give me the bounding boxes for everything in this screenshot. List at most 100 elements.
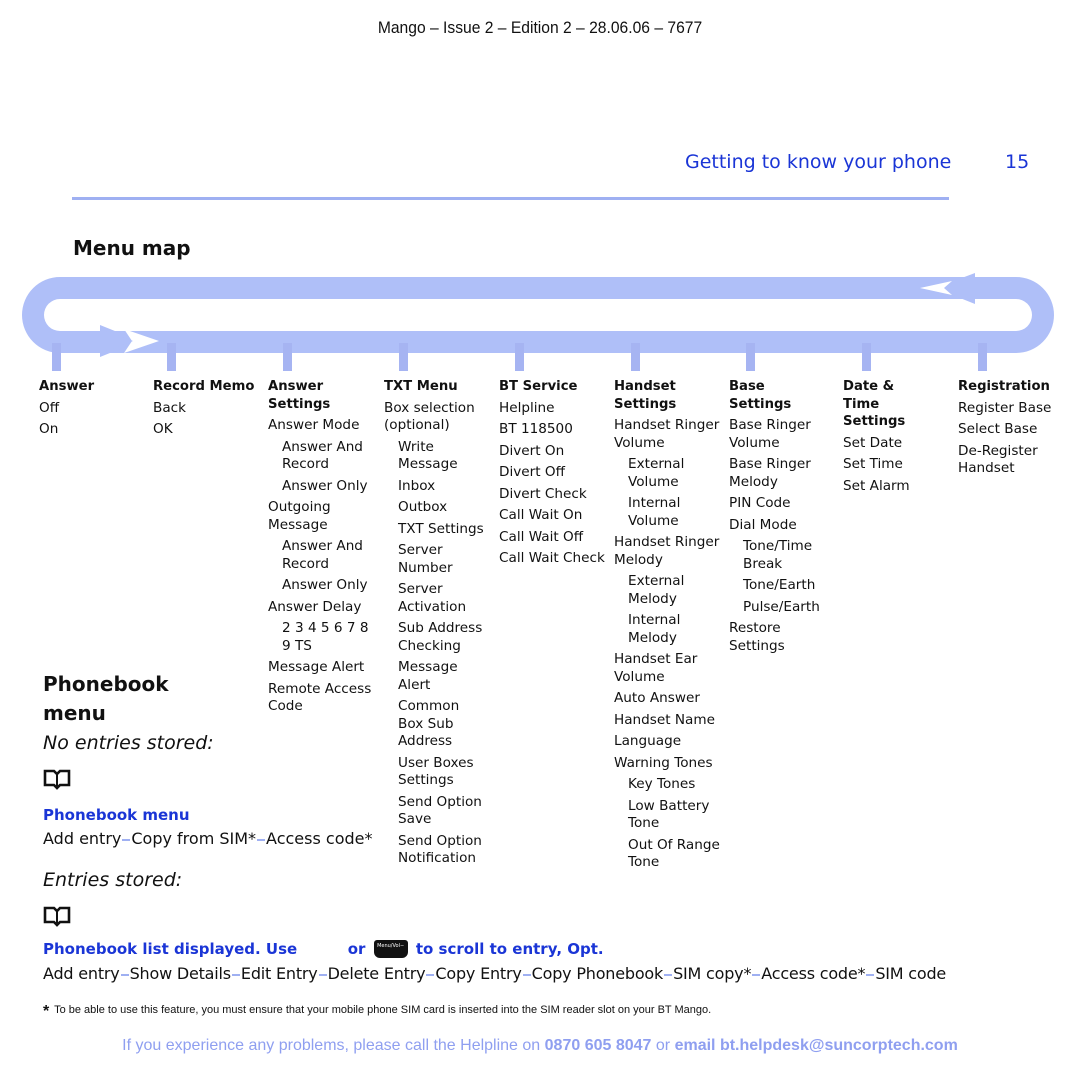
menu-item: Sub Address Checking <box>398 620 483 654</box>
footnote: * To be able to use this feature, you mu… <box>43 1003 711 1021</box>
path-option: Copy Entry <box>435 964 522 983</box>
menu-item: Call Wait Check <box>499 550 605 566</box>
menu-column-heading: Registration <box>958 379 1050 394</box>
menu-tick <box>283 343 292 371</box>
path-option: SIM copy* <box>673 964 752 983</box>
helpline-prefix: If you experience any problems, please c… <box>122 1037 541 1054</box>
path-option: Add entry <box>43 829 122 848</box>
menu-item: Internal Volume <box>628 495 681 529</box>
menu-tick <box>978 343 987 371</box>
menu-item: Send Option Notification <box>398 832 482 867</box>
menu-item: Set Date <box>843 434 903 451</box>
menu-column-heading: Answer Settings <box>268 379 331 412</box>
menu-item: Set Time <box>843 456 903 472</box>
menu-item: Base Ringer Volume <box>729 417 811 451</box>
menu-item: User Boxes Settings <box>398 754 474 789</box>
menu-item: OK <box>153 421 173 437</box>
menu-column: Answer Settings Answer Mode Answer And Rec… <box>268 378 373 720</box>
menu-item: Key Tones <box>628 776 696 792</box>
menu-column-heading: TXT Menu <box>384 379 458 394</box>
phonebook-menu-label: Phonebook menu <box>43 806 190 824</box>
menu-item: Server Number <box>398 542 453 576</box>
menu-item: Dial Mode <box>729 516 797 533</box>
menu-item: Outbox <box>398 499 448 515</box>
menu-item: Auto Answer <box>614 690 700 706</box>
menu-item: Box selection (optional) <box>384 399 475 434</box>
menu-item: Select Base <box>958 421 1038 437</box>
menu-item: Answer And Record <box>282 538 363 572</box>
menu-tick <box>399 343 408 371</box>
menu-column: Registration Register Base Select Base De-R… <box>958 378 1068 482</box>
path-separator <box>522 973 531 976</box>
menu-item: Inbox <box>398 477 436 494</box>
menu-item: Divert Off <box>499 464 565 480</box>
menu-vol-key-icon: Menu/Vol− <box>373 940 408 958</box>
path-separator <box>318 973 327 976</box>
menu-item: Answer Delay <box>268 598 362 615</box>
path-option: Copy from SIM* <box>131 829 257 848</box>
path-separator <box>122 838 131 841</box>
menu-tick <box>167 343 176 371</box>
menu-tick <box>515 343 524 371</box>
path-option: Copy Phonebook <box>531 964 664 983</box>
path-separator <box>866 973 875 976</box>
phonebook-title: Phonebook menu <box>43 672 169 725</box>
path-separator <box>752 973 761 976</box>
menu-item: De-Register Handset <box>958 442 1038 477</box>
menu-item: Register Base <box>958 399 1052 416</box>
menu-item: Remote Access Code <box>268 680 372 715</box>
path-option: Show Details <box>129 964 232 983</box>
menu-item: PIN Code <box>729 495 791 511</box>
menu-column-heading: BT Service <box>499 379 578 394</box>
list-label-part1: Phonebook list displayed. Use <box>43 940 298 958</box>
menu-item: Pulse/Earth <box>743 598 820 615</box>
menu-item: Tone/Earth <box>743 577 816 593</box>
menu-column: Answer Off On <box>39 378 149 443</box>
menu-column: Handset Settings Handset Ringer Volume Ext… <box>614 378 724 876</box>
menu-item: Out Of Range Tone <box>628 836 720 871</box>
phonebook-icon <box>43 769 71 790</box>
entries-stored-label: Entries stored: <box>43 869 183 891</box>
menu-item: Message Alert <box>398 659 458 693</box>
loop-band <box>22 277 1054 353</box>
menu-item: On <box>39 421 59 437</box>
menu-column-heading: Handset Settings <box>614 379 677 412</box>
phonebook-list-label: Phonebook list displayed. Use or Menu/Vo… <box>43 940 604 958</box>
path-separator <box>664 973 673 976</box>
menu-item: 2 3 4 5 6 7 8 9 TS <box>282 620 369 654</box>
helpline-email[interactable]: email bt.helpdesk@suncorptech.com <box>675 1037 958 1054</box>
menu-loop-diagram <box>22 273 1054 371</box>
menu-item: Outgoing Message <box>268 499 331 533</box>
path-separator <box>426 973 435 976</box>
menu-column: Base Settings Base Ringer Volume Base Ring… <box>729 378 829 659</box>
menu-item: Set Alarm <box>843 477 910 494</box>
menu-item: Language <box>614 733 682 749</box>
menu-item: Tone/Time Break <box>743 538 813 572</box>
menu-column: TXT Menu Box selection (optional) Write Me… <box>384 378 484 872</box>
list-label-or: or <box>347 940 366 958</box>
menu-item: Helpline <box>499 399 555 416</box>
menu-item: External Melody <box>628 573 685 607</box>
menu-tick <box>52 343 61 371</box>
menu-item: Answer Mode <box>268 417 360 433</box>
menu-item: Back <box>153 399 187 416</box>
menu-item: Base Ringer Melody <box>729 456 811 490</box>
phonebook-list-path: Add entry Show Details Edit Entry Delete En… <box>43 964 946 983</box>
list-label-part2: to scroll to entry, Opt. <box>415 940 604 958</box>
menu-item: BT 118500 <box>499 421 573 437</box>
menu-column: Date & Time Settings Set Date Set Time Set … <box>843 378 953 499</box>
menu-item: Low Battery Tone <box>628 797 710 832</box>
menu-tick <box>631 343 640 371</box>
path-option: SIM code <box>875 964 947 983</box>
helpline-footer: If you experience any problems, please c… <box>0 1037 1080 1055</box>
path-option: Edit Entry <box>240 964 318 983</box>
helpline-phone: 0870 605 8047 <box>544 1037 652 1054</box>
path-option: Add entry <box>43 964 120 983</box>
menu-item: Call Wait Off <box>499 528 584 545</box>
path-option: Access code* <box>266 829 373 848</box>
phonebook-icon <box>43 906 71 927</box>
menu-column: BT Service Helpline BT 118500 Divert On Dive… <box>499 378 609 572</box>
menu-item: Write Message <box>398 438 458 473</box>
menu-column: Record Memo Back OK <box>153 378 263 443</box>
menu-item: Call Wait On <box>499 507 583 523</box>
